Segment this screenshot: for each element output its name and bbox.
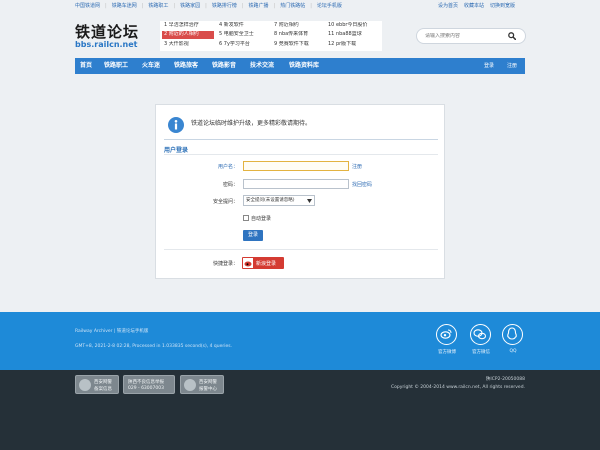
top-link[interactable]: 铁路家园 [180,3,207,9]
badge-line1: 西安网警 [94,380,112,385]
auto-login-checkbox[interactable] [243,215,249,221]
login-panel: 铁道论坛临时维护升级，更多精彩敬请期待。 用户登录 用户名： 注册 密码： 找回… [155,104,445,279]
top-link[interactable]: 铁路广播 [249,3,276,9]
nav-item-tech[interactable]: 技术交流 [245,58,279,74]
hot-link[interactable]: 6 7y学习平台 [217,41,269,49]
divider [164,154,438,155]
search-input[interactable] [425,33,505,39]
site-logo[interactable]: 铁道论坛 bbs.railcn.net [75,24,139,49]
top-link[interactable]: 铁路职工 [148,3,175,9]
chevron-down-icon [307,199,312,203]
weibo-label: 官方微博 [438,350,456,355]
quick-login-label: 快捷登录： [212,261,238,267]
info-icon [168,117,184,133]
weibo-login-button[interactable]: 新浪登录 [242,257,284,269]
main-nav: 首页 铁路职工 火车迷 铁路旅客 铁路影音 技术交流 铁路资料库 登录 注册 [75,58,525,74]
username-input[interactable] [243,161,349,171]
bookmark-link[interactable]: 收藏本站 [464,3,484,9]
nav-item-railfans[interactable]: 火车迷 [137,58,165,74]
hot-links-grid: 1 早洁怎样治疗 4 新发软件 7 附近相约 10 ebbr今日股价 2 附近的… [160,21,382,51]
hot-link-highlighted[interactable]: 2 附近的人相约 [162,31,214,39]
top-link[interactable]: 铁路排行榜 [212,3,244,9]
nav-item-staff[interactable]: 铁路职工 [99,58,133,74]
hot-link[interactable]: 9 竞赛软件下载 [272,41,324,49]
footer-link-archiver[interactable]: Railway Archiver [75,329,113,334]
password-input[interactable] [243,179,349,189]
report-badge[interactable]: 陕西不良信息举报 029 - 63007003 [123,375,175,394]
top-link[interactable]: 热门铁路帖 [280,3,312,9]
qq-icon[interactable] [502,324,523,345]
search-icon[interactable] [508,32,516,40]
top-link[interactable]: 铁路车迷网 [112,3,144,9]
register-link[interactable]: 注册 [352,163,362,170]
top-links-bar: 中国铁道网铁路车迷网铁路职工铁路家园铁路排行榜铁路广播热门铁路帖论坛手机版 [75,2,352,10]
wechat-icon[interactable] [470,324,491,345]
top-link[interactable]: 论坛手机版 [317,3,347,9]
weibo-icon[interactable] [436,324,457,345]
search-box [416,28,526,44]
badge-line2: 备案信息 [94,387,112,392]
wide-version-link[interactable]: 切换到宽版 [490,3,515,9]
auto-login-label: 自动登录 [251,216,272,222]
hot-link[interactable]: 7 附近相约 [272,22,324,30]
footer-processed-info: GMT+8, 2021-2-8 02:28, Processed in 1.03… [75,344,233,349]
footer-bottom: 西安网警 备案信息 陕西不良信息举报 029 - 63007003 西安网警 报… [0,370,600,450]
password-label: 密码： [222,182,238,188]
police-badge-icon [79,379,91,391]
hot-link[interactable]: 5 电脑安全卫士 [217,31,269,39]
logo-title: 铁道论坛 [75,23,140,41]
nav-register-link[interactable]: 注册 [507,58,517,74]
top-link[interactable]: 中国铁道网 [75,3,107,9]
wechat-label: 官方微信 [472,350,490,355]
qq-label: QQ [509,349,517,354]
nav-item-passengers[interactable]: 铁路旅客 [169,58,203,74]
badge-line1: 陕西不良信息举报 [128,380,164,385]
nav-item-home[interactable]: 首页 [75,58,97,74]
security-question-label: 安全提问： [212,199,238,205]
login-title: 用户登录 [164,147,189,154]
divider [164,139,438,140]
nav-login-link[interactable]: 登录 [484,58,494,74]
set-homepage-link[interactable]: 设为首页 [438,3,458,9]
logo-url: bbs.railcn.net [75,40,138,49]
police-badge-icon [184,379,196,391]
top-right-links: 设为首页 收藏本站 切换到宽版 [432,2,515,10]
divider [164,249,438,250]
security-select-value: 安全提问(未设置请忽略) [246,198,295,203]
hot-link[interactable]: 8 nba传来体育 [272,31,324,39]
username-label: 用户名： [217,164,238,170]
icp-number: 陕ICP2-20050088 [485,377,525,382]
hot-link[interactable]: 1 早洁怎样治疗 [162,22,214,30]
footer-links: Railway Archiver | 铁道论坛手机版 [75,328,148,334]
weibo-icon [243,258,253,268]
hot-link[interactable]: 3 大仟影视 [162,41,214,49]
police-alarm-badge[interactable]: 西安网警 报警中心 [180,375,224,394]
security-question-select[interactable]: 安全提问(未设置请忽略) [243,195,315,206]
login-button[interactable]: 登录 [243,230,263,241]
footer-link-mobile[interactable]: 铁道论坛手机版 [117,329,149,334]
nav-item-media[interactable]: 铁路影音 [207,58,241,74]
footer: Railway Archiver | 铁道论坛手机版 GMT+8, 2021-2… [0,312,600,370]
hot-link[interactable]: 12 pr版下载 [326,41,382,49]
copyright-text: Copyright © 2004-2014 www.railcn.net, Al… [390,385,525,390]
police-record-badge[interactable]: 西安网警 备案信息 [75,375,119,394]
hot-link[interactable]: 11 nba88篮球 [326,31,382,39]
badge-line2: 029 - 63007003 [128,386,164,391]
badge-line1: 西安网警 [199,380,217,385]
hot-link[interactable]: 4 新发软件 [217,22,269,30]
notice-text: 铁道论坛临时维护升级，更多精彩敬请期待。 [191,120,312,127]
find-password-link[interactable]: 找回密码 [352,181,372,188]
nav-item-archive[interactable]: 铁路资料库 [283,58,325,74]
weibo-login-label: 新浪登录 [256,261,277,267]
hot-link[interactable]: 10 ebbr今日股价 [326,22,382,30]
badge-line2: 报警中心 [199,387,217,392]
